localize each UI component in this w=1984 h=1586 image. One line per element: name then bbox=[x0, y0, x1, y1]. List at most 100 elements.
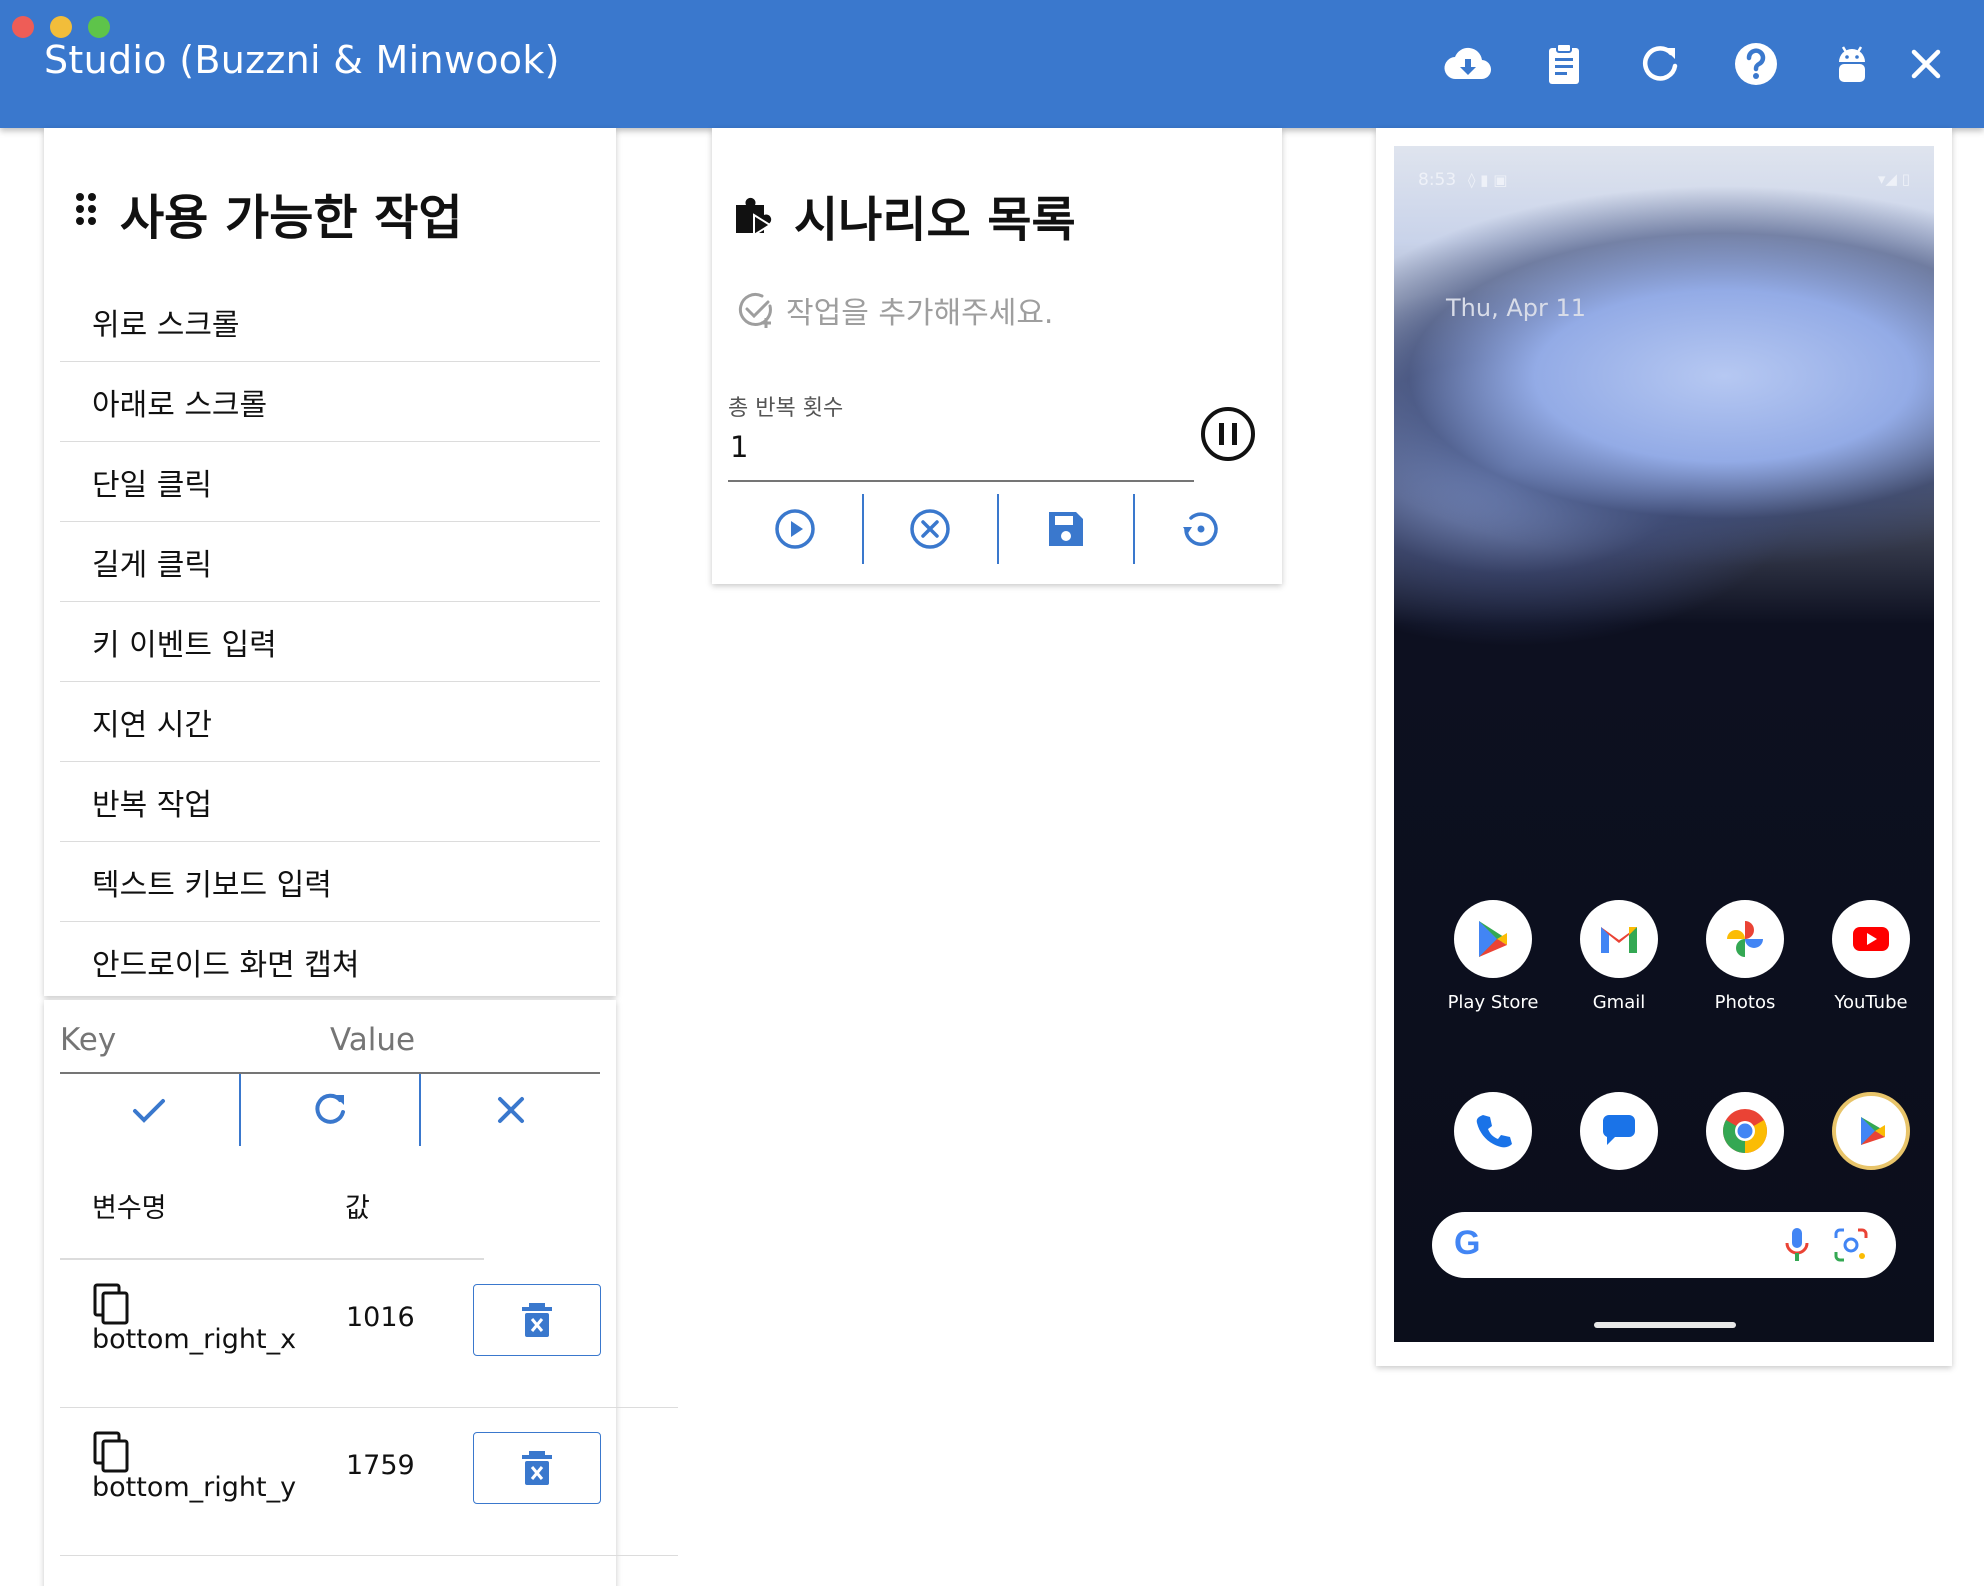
clipboard-icon[interactable] bbox=[1538, 38, 1590, 90]
android-icon[interactable] bbox=[1826, 38, 1878, 90]
run-scenario-button[interactable] bbox=[728, 494, 864, 564]
actions-title: 사용 가능한 작업 bbox=[120, 190, 463, 246]
variable-value: 1016 bbox=[346, 1302, 415, 1333]
help-icon[interactable] bbox=[1730, 38, 1782, 90]
action-long-click[interactable]: 길게 클릭 bbox=[60, 522, 600, 602]
copy-icon[interactable] bbox=[92, 1282, 132, 1326]
play-store-icon bbox=[1454, 900, 1532, 978]
action-screen-capture[interactable]: 안드로이드 화면 캡쳐 bbox=[60, 922, 600, 1002]
puzzle-play-icon bbox=[736, 197, 772, 237]
google-search-bar[interactable]: G bbox=[1432, 1212, 1896, 1278]
variable-row: bottom_right_x 1016 bbox=[60, 1260, 678, 1408]
app-gmail[interactable]: Gmail bbox=[1564, 900, 1674, 1013]
gesture-home-bar[interactable] bbox=[1594, 1322, 1736, 1328]
action-text-input[interactable]: 텍스트 키보드 입력 bbox=[60, 842, 600, 922]
variables-panel: 변수명 값 bottom_right_x 1016 bottom_right_y… bbox=[44, 1000, 678, 1586]
key-value-input-row bbox=[60, 1018, 600, 1074]
action-single-click[interactable]: 단일 클릭 bbox=[60, 442, 600, 522]
variable-value: 1759 bbox=[346, 1450, 415, 1481]
app-label: Photos bbox=[1714, 992, 1776, 1013]
key-value-buttons bbox=[60, 1074, 600, 1146]
action-repeat[interactable]: 반복 작업 bbox=[60, 762, 600, 842]
cloud-download-icon[interactable] bbox=[1442, 38, 1494, 90]
messages-icon bbox=[1580, 1092, 1658, 1170]
delete-variable-button[interactable] bbox=[473, 1432, 601, 1504]
scenario-title-text: 시나리오 목록 bbox=[794, 192, 1076, 248]
refresh-icon[interactable] bbox=[1634, 38, 1686, 90]
action-list: 위로 스크롤 아래로 스크롤 단일 클릭 길게 클릭 키 이벤트 입력 지연 시… bbox=[60, 282, 600, 1002]
status-time: 8:53 bbox=[1418, 170, 1457, 190]
action-key-event[interactable]: 키 이벤트 입력 bbox=[60, 602, 600, 682]
add-task-icon bbox=[738, 292, 772, 328]
youtube-icon bbox=[1832, 900, 1910, 978]
play-circle-icon bbox=[775, 509, 815, 549]
app-title: Studio (Buzzni & Minwook) bbox=[44, 38, 560, 82]
action-delay[interactable]: 지연 시간 bbox=[60, 682, 600, 762]
clear-button[interactable] bbox=[421, 1074, 600, 1146]
confirm-button[interactable] bbox=[60, 1074, 241, 1146]
clear-scenario-button[interactable] bbox=[864, 494, 999, 564]
action-scroll-down[interactable]: 아래로 스크롤 bbox=[60, 362, 600, 442]
panel-title: 사용 가능한 작업 bbox=[72, 178, 463, 248]
trash-icon bbox=[522, 1303, 552, 1337]
save-scenario-button[interactable] bbox=[999, 494, 1135, 564]
play-games-icon bbox=[1832, 1092, 1910, 1170]
mic-icon[interactable] bbox=[1782, 1226, 1812, 1264]
copy-icon[interactable] bbox=[92, 1430, 132, 1474]
variable-value-header: 값 bbox=[345, 1193, 370, 1224]
device-screen[interactable]: 8:53 ◊ ▮ ▣ ▾◢ ▯ Thu, Apr 11 Play Store G… bbox=[1394, 146, 1934, 1342]
variable-name: bottom_right_y bbox=[92, 1472, 297, 1503]
variable-name: bottom_right_x bbox=[92, 1324, 297, 1355]
variables-header: 변수명 값 bbox=[60, 1150, 484, 1260]
action-scroll-up[interactable]: 위로 스크롤 bbox=[60, 282, 600, 362]
app-messages[interactable] bbox=[1564, 1092, 1674, 1170]
trash-icon bbox=[522, 1451, 552, 1485]
app-photos[interactable]: Photos bbox=[1690, 900, 1800, 1013]
variable-name-header: 변수명 bbox=[92, 1193, 167, 1224]
drag-handle-icon bbox=[72, 185, 100, 241]
close-icon[interactable] bbox=[1900, 38, 1952, 90]
app-label: Play Store bbox=[1447, 992, 1539, 1013]
window-close-dot[interactable] bbox=[12, 16, 34, 38]
app-play-games[interactable] bbox=[1816, 1092, 1926, 1170]
pause-icon[interactable] bbox=[1200, 406, 1256, 462]
app-play-store[interactable]: Play Store bbox=[1438, 900, 1548, 1013]
check-icon bbox=[133, 1099, 166, 1123]
available-actions-panel: 사용 가능한 작업 위로 스크롤 아래로 스크롤 단일 클릭 길게 클릭 키 이… bbox=[44, 128, 616, 996]
reload-button[interactable] bbox=[241, 1074, 422, 1146]
value-input[interactable] bbox=[330, 1022, 550, 1058]
device-preview-panel: 8:53 ◊ ▮ ▣ ▾◢ ▯ Thu, Apr 11 Play Store G… bbox=[1376, 128, 1952, 1366]
repeat-count-label: 총 반복 횟수 bbox=[728, 396, 844, 421]
photos-icon bbox=[1706, 900, 1784, 978]
key-input[interactable] bbox=[60, 1022, 280, 1058]
chrome-icon bbox=[1706, 1092, 1784, 1170]
app-chrome[interactable] bbox=[1690, 1092, 1800, 1170]
restore-scenario-button[interactable] bbox=[1135, 494, 1269, 564]
scenario-title: 시나리오 목록 bbox=[732, 180, 1076, 250]
refresh-icon bbox=[315, 1093, 345, 1124]
scenario-panel: 시나리오 목록 작업을 추가해주세요. 총 반복 횟수 1 bbox=[712, 128, 1282, 584]
lens-icon[interactable] bbox=[1832, 1226, 1870, 1264]
home-date: Thu, Apr 11 bbox=[1446, 294, 1587, 322]
scenario-buttons bbox=[728, 494, 1268, 564]
app-label: YouTube bbox=[1834, 992, 1908, 1013]
repeat-count-input[interactable]: 1 bbox=[728, 424, 1194, 482]
save-icon bbox=[1048, 512, 1083, 546]
google-logo: G bbox=[1454, 1224, 1481, 1262]
window-minimize-dot[interactable] bbox=[50, 16, 72, 38]
phone-icon bbox=[1454, 1092, 1532, 1170]
delete-variable-button[interactable] bbox=[473, 1284, 601, 1356]
close-icon bbox=[497, 1097, 524, 1123]
cancel-circle-icon bbox=[910, 509, 950, 549]
variable-row: bottom_right_y 1759 bbox=[60, 1408, 678, 1556]
notification-icons: ◊ ▮ ▣ bbox=[1468, 171, 1508, 189]
window-zoom-dot[interactable] bbox=[88, 16, 110, 38]
empty-scenario-hint: 작업을 추가해주세요. bbox=[736, 288, 1053, 332]
app-phone[interactable] bbox=[1438, 1092, 1548, 1170]
title-bar: Studio (Buzzni & Minwook) bbox=[0, 0, 1984, 128]
gmail-icon bbox=[1580, 900, 1658, 978]
status-bar: 8:53 ◊ ▮ ▣ ▾◢ ▯ bbox=[1394, 168, 1934, 198]
signal-battery-icons: ▾◢ ▯ bbox=[1877, 170, 1910, 188]
restore-icon bbox=[1183, 512, 1218, 546]
app-youtube[interactable]: YouTube bbox=[1816, 900, 1926, 1013]
